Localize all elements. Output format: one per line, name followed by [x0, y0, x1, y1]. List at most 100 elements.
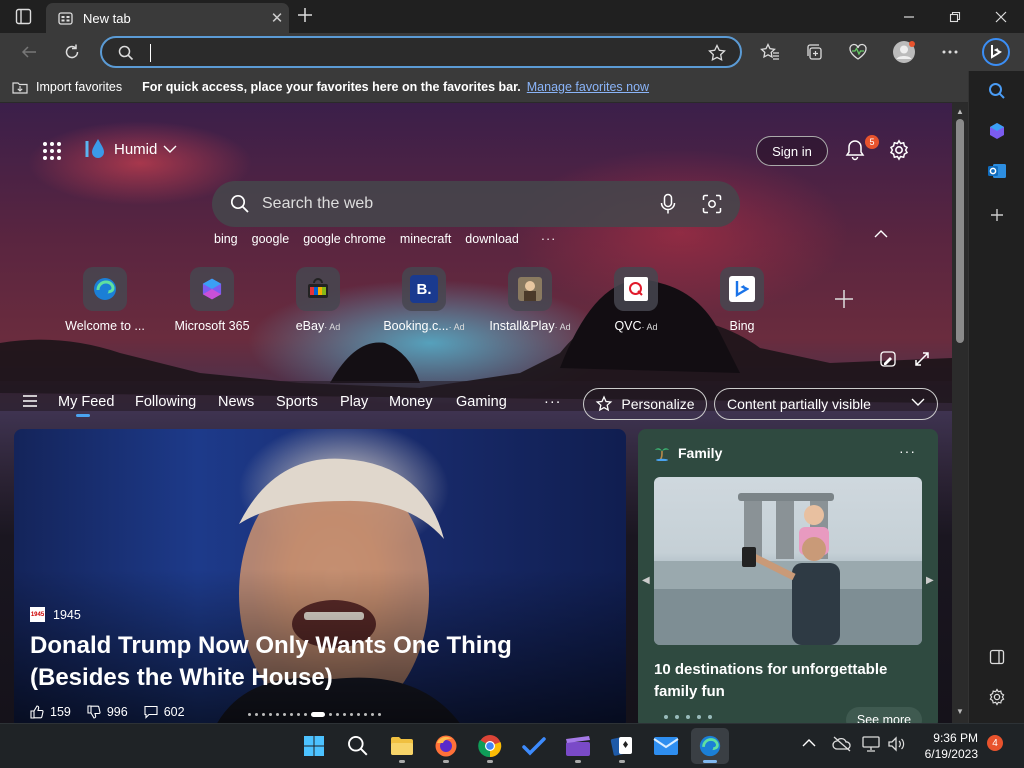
profile-button[interactable] — [889, 38, 919, 66]
hero-news-card[interactable]: 1945 1945 Donald Trump Now Only Wants On… — [14, 429, 626, 723]
trending-more-icon[interactable]: ··· — [541, 232, 557, 246]
collections-button[interactable] — [799, 38, 829, 66]
address-bar[interactable] — [100, 36, 742, 68]
page-settings-button[interactable] — [888, 139, 910, 161]
taskbar-firefox[interactable] — [427, 728, 465, 764]
scrollbar-thumb[interactable] — [956, 119, 964, 343]
visual-search-icon[interactable] — [702, 194, 722, 214]
minimize-button[interactable] — [886, 0, 932, 33]
quick-link-installplay[interactable]: Install&Play· Ad — [477, 267, 583, 333]
page-scrollbar[interactable]: ▲ ▼ — [952, 103, 968, 723]
collapse-quick-links-button[interactable] — [874, 229, 888, 238]
taskbar-edge[interactable] — [691, 728, 729, 764]
family-card[interactable]: Family ··· ◀ ▶ 10 destinations for unfor… — [638, 429, 938, 723]
bing-chat-button[interactable] — [981, 38, 1011, 66]
scroll-down-arrow[interactable]: ▼ — [956, 707, 964, 716]
see-more-button[interactable]: See more — [846, 707, 922, 723]
favorites-button[interactable] — [755, 38, 785, 66]
restore-button[interactable] — [932, 0, 978, 33]
family-carousel-dots[interactable] — [664, 715, 712, 719]
dislike-button[interactable]: 996 — [87, 705, 128, 719]
carousel-pagination[interactable] — [248, 712, 381, 717]
quick-link-microsoft365[interactable]: Microsoft 365 — [159, 267, 265, 333]
start-button[interactable] — [295, 728, 333, 764]
settings-and-more-button[interactable] — [935, 38, 965, 66]
import-favorites-button[interactable]: Import favorites — [12, 80, 122, 94]
new-tab-button[interactable] — [296, 6, 314, 24]
weather-widget[interactable]: Humid — [84, 137, 177, 161]
notification-center-badge[interactable]: 4 — [987, 735, 1003, 751]
onedrive-tray-icon[interactable] — [832, 736, 852, 752]
tab-following[interactable]: Following — [135, 394, 196, 410]
microphone-icon[interactable] — [660, 193, 676, 215]
apps-launcher-button[interactable] — [42, 141, 62, 161]
web-search-box[interactable]: Search the web — [212, 181, 740, 227]
taskbar-solitaire[interactable] — [603, 728, 641, 764]
volume-tray-icon[interactable] — [888, 736, 906, 752]
browser-essentials-button[interactable] — [843, 38, 873, 66]
taskbar-mail[interactable] — [647, 728, 685, 764]
quick-link-ebay[interactable]: eBay· Ad — [265, 267, 371, 333]
notifications-button[interactable] — [844, 139, 866, 161]
chrome-icon — [478, 735, 502, 758]
tab-sports[interactable]: Sports — [276, 394, 318, 410]
scroll-up-arrow[interactable]: ▲ — [956, 107, 964, 116]
tab-my-feed[interactable]: My Feed — [58, 394, 114, 410]
immersive-view-button[interactable] — [914, 351, 930, 367]
more-tabs-icon[interactable]: ··· — [544, 394, 562, 410]
tab-gaming[interactable]: Gaming — [456, 394, 507, 410]
taskbar-chrome[interactable] — [471, 728, 509, 764]
taskbar-todo[interactable] — [515, 728, 553, 764]
content-visibility-dropdown[interactable]: Content partially visible — [714, 388, 938, 420]
sidebar-outlook-button[interactable] — [983, 157, 1011, 185]
firefox-icon — [435, 735, 457, 757]
close-window-button[interactable] — [978, 0, 1024, 33]
add-quick-link-button[interactable] — [834, 289, 854, 309]
carousel-next-arrow[interactable]: ▶ — [926, 575, 934, 586]
manage-favorites-link[interactable]: Manage favorites now — [527, 80, 649, 94]
sidebar-settings-button[interactable] — [983, 683, 1011, 711]
installplay-icon — [508, 267, 552, 311]
personalize-button[interactable]: Personalize — [583, 388, 707, 420]
trending-item[interactable]: google — [252, 232, 290, 246]
quick-link-booking[interactable]: B. Booking.c...· Ad — [371, 267, 477, 333]
trending-item[interactable]: google chrome — [303, 232, 386, 246]
quick-link-bing[interactable]: Bing — [689, 267, 795, 333]
hero-headline[interactable]: Donald Trump Now Only Wants One Thing (B… — [30, 630, 610, 694]
taskbar-file-explorer[interactable] — [383, 728, 421, 764]
sidebar-toggle-button[interactable] — [983, 643, 1011, 671]
tab-money[interactable]: Money — [389, 394, 433, 410]
close-tab-icon[interactable]: ✕ — [265, 9, 289, 27]
back-button[interactable] — [14, 38, 44, 66]
sidebar-search-button[interactable] — [983, 77, 1011, 105]
tab-news[interactable]: News — [218, 394, 254, 410]
carousel-prev-arrow[interactable]: ◀ — [642, 575, 650, 586]
tab-actions-menu-icon[interactable] — [15, 8, 32, 25]
cloud-off-icon — [832, 736, 851, 752]
trending-item[interactable]: bing — [214, 232, 238, 246]
sign-in-button[interactable]: Sign in — [756, 136, 828, 166]
taskbar-clipchamp[interactable] — [559, 728, 597, 764]
sidebar-microsoft365-button[interactable] — [983, 117, 1011, 145]
tab-play[interactable]: Play — [340, 394, 368, 410]
like-button[interactable]: 159 — [30, 705, 71, 719]
taskbar-search-button[interactable] — [339, 728, 377, 764]
taskbar-clock[interactable]: 9:36 PM 6/19/2023 — [916, 730, 978, 762]
trending-item[interactable]: download — [465, 232, 519, 246]
family-card-title[interactable]: 10 destinations for unforgettable family… — [654, 659, 922, 703]
feed-menu-button[interactable] — [22, 395, 38, 407]
show-hidden-icons-button[interactable] — [802, 738, 816, 747]
comments-button[interactable]: 602 — [144, 705, 185, 719]
thumbs-down-icon — [87, 705, 101, 719]
quick-link-welcome[interactable]: Welcome to ... — [52, 267, 158, 333]
sidebar-add-button[interactable] — [983, 201, 1011, 229]
edit-background-button[interactable] — [880, 351, 896, 367]
card-more-options-icon[interactable]: ··· — [899, 443, 916, 459]
trending-item[interactable]: minecraft — [400, 232, 451, 246]
refresh-button[interactable] — [57, 38, 87, 66]
favorite-star-icon[interactable] — [708, 44, 726, 62]
tab-new-tab[interactable]: New tab ✕ — [46, 3, 289, 33]
network-tray-icon[interactable] — [862, 736, 880, 752]
quick-link-qvc[interactable]: QVC· Ad — [583, 267, 689, 333]
web-search-input[interactable]: Search the web — [262, 195, 660, 213]
